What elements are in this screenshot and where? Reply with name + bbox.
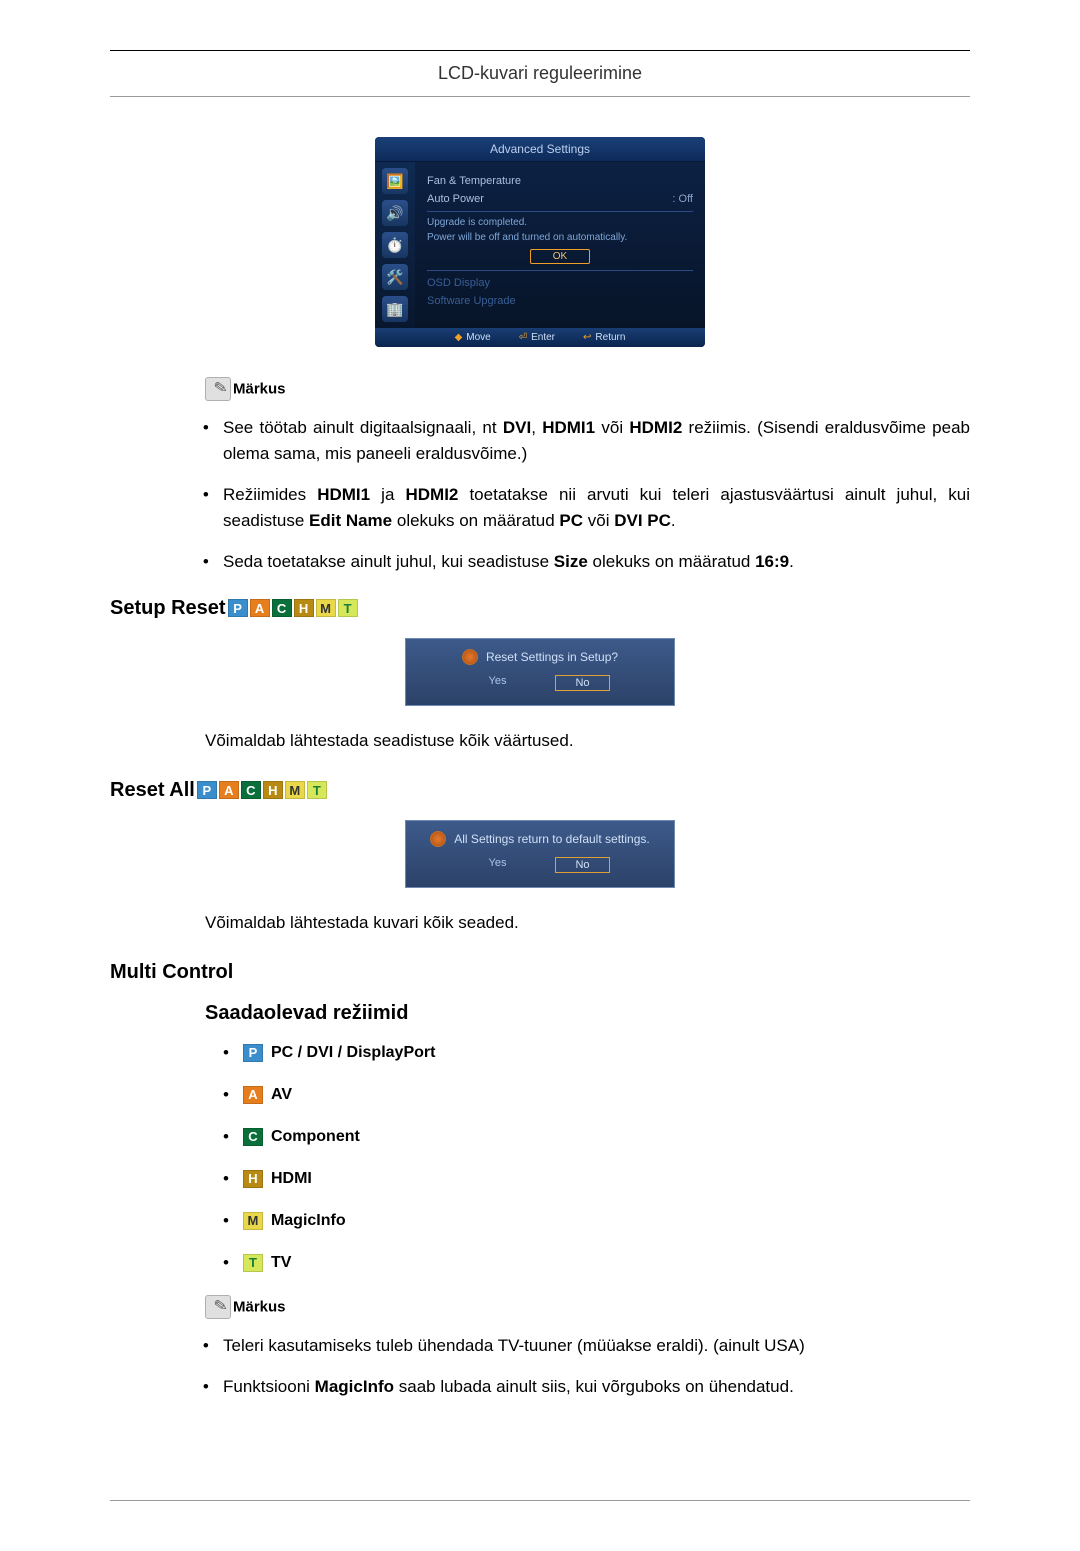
badge-c-icon: C [243,1128,263,1146]
note1-bullet-3: Seda toetatakse ainult juhul, kui seadis… [223,549,970,575]
note-label-2: Märkus [233,1298,286,1315]
note1-bullet-2: Režiimides HDMI1 ja HDMI2 toetatakse nii… [223,482,970,533]
badge-a-icon: A [243,1086,263,1104]
setup-reset-heading: Setup Reset P A C H M T [110,597,970,620]
osd-side-icon-1: 🖼️ [382,168,408,194]
osd-footer: ◆Move ⏎Enter ↩Return [375,328,705,347]
page-header: LCD-kuvari reguleerimine [110,63,970,84]
setup-reset-question: Reset Settings in Setup? [486,650,618,664]
note-icon [205,377,231,401]
badge-m: M [285,781,305,799]
osd-upgrade-done: Upgrade is completed. [427,215,693,230]
note-label: Märkus [233,381,286,398]
badge-h-icon: H [243,1170,263,1188]
badge-m-icon: M [243,1212,263,1230]
note2-bullet-2: Funktsiooni MagicInfo saab lubada ainult… [223,1374,970,1400]
mode-hdmi: HHDMI [223,1169,970,1189]
badge-h: H [263,781,283,799]
reset-all-question: All Settings return to default settings. [454,832,649,846]
badge-p: P [197,781,217,799]
note1-bullet-1: See töötab ainult digitaalsignaali, nt D… [223,415,970,466]
setup-reset-dialog: Reset Settings in Setup? Yes No [405,638,675,706]
badge-m: M [316,599,336,617]
osd-footer-move: Move [466,332,490,343]
osd-side-icon-3: ⏱️ [382,232,408,258]
osd-fan-temp: Fan & Temperature [427,175,693,187]
reset-all-heading: Reset All P A C H M T [110,779,970,802]
badge-t-icon: T [243,1254,263,1272]
warning-icon [462,649,478,665]
badge-p: P [228,599,248,617]
note-icon [205,1295,231,1319]
mode-pc: PPC / DVI / DisplayPort [223,1043,970,1063]
osd-auto-power-label: Auto Power [427,193,672,205]
warning-icon [430,831,446,847]
osd-side-icon-5: 🏢 [382,296,408,322]
reset-all-desc: Võimaldab lähtestada kuvari kõik seaded. [205,913,970,933]
badge-a: A [250,599,270,617]
mode-magicinfo: MMagicInfo [223,1211,970,1231]
available-modes-heading: Saadaolevad režiimid [205,1002,970,1025]
badge-t: T [307,781,327,799]
osd-power-msg: Power will be off and turned on automati… [427,230,693,245]
note2-bullet-1: Teleri kasutamiseks tuleb ühendada TV-tu… [223,1333,970,1359]
multi-control-heading: Multi Control [110,961,970,984]
mode-component: CComponent [223,1127,970,1147]
badge-p-icon: P [243,1044,263,1062]
osd-footer-return: Return [595,332,625,343]
osd-title: Advanced Settings [375,137,705,162]
badge-h: H [294,599,314,617]
reset-all-no[interactable]: No [555,857,610,873]
osd-footer-enter: Enter [531,332,555,343]
osd-auto-power-value: : Off [672,193,693,205]
mode-tv: TTV [223,1253,970,1273]
osd-sidebar: 🖼️ 🔊 ⏱️ 🛠️ 🏢 [375,162,415,328]
osd-software-upgrade: Software Upgrade [427,295,693,307]
badge-a: A [219,781,239,799]
osd-side-icon-4: 🛠️ [382,264,408,290]
mode-av: AAV [223,1085,970,1105]
reset-all-yes[interactable]: Yes [470,857,525,873]
osd-display: OSD Display [427,277,693,289]
osd-ok-button[interactable]: OK [530,249,590,264]
badge-c: C [241,781,261,799]
osd-advanced-settings: Advanced Settings 🖼️ 🔊 ⏱️ 🛠️ 🏢 Fan & Tem… [375,137,705,347]
reset-all-dialog: All Settings return to default settings.… [405,820,675,888]
setup-reset-no[interactable]: No [555,675,610,691]
badge-c: C [272,599,292,617]
setup-reset-desc: Võimaldab lähtestada seadistuse kõik vää… [205,731,970,751]
setup-reset-yes[interactable]: Yes [470,675,525,691]
badge-t: T [338,599,358,617]
osd-side-icon-2: 🔊 [382,200,408,226]
